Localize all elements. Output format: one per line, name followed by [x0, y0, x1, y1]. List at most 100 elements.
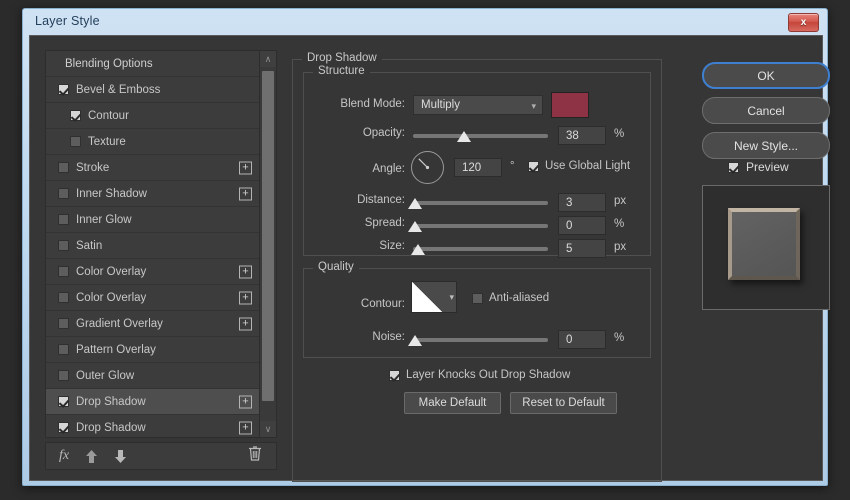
distance-slider-track[interactable] — [408, 198, 548, 209]
layer-style-window: Layer Style x Blending Options Bevel & Em… — [22, 8, 830, 486]
opacity-input[interactable]: 38 — [558, 126, 606, 145]
style-list-item[interactable]: Contour — [46, 103, 260, 129]
noise-label: Noise: — [372, 331, 405, 343]
move-down-icon[interactable] — [114, 449, 127, 464]
move-up-icon[interactable] — [85, 449, 98, 464]
reset-to-default-button[interactable]: Reset to Default — [510, 392, 617, 414]
close-icon: x — [800, 17, 807, 28]
style-enable-checkbox[interactable] — [70, 110, 81, 121]
style-list-item[interactable]: Color Overlay + — [46, 285, 260, 311]
make-default-button[interactable]: Make Default — [404, 392, 501, 414]
angle-input[interactable]: 120 — [454, 158, 502, 177]
spread-unit: % — [614, 218, 625, 230]
opacity-slider-thumb[interactable] — [457, 131, 471, 142]
opacity-unit: % — [614, 128, 625, 140]
style-list-item[interactable]: Stroke + — [46, 155, 260, 181]
add-effect-icon[interactable]: + — [239, 161, 252, 174]
spread-input[interactable]: 0 — [558, 216, 606, 235]
use-global-light-check-icon — [528, 160, 539, 172]
style-list-item[interactable]: Gradient Overlay + — [46, 311, 260, 337]
cancel-button[interactable]: Cancel — [702, 97, 830, 124]
style-enable-checkbox[interactable] — [58, 162, 69, 173]
blend-mode-select[interactable]: Multiply ▾ — [413, 95, 543, 115]
style-enable-checkbox[interactable] — [58, 422, 69, 433]
style-list-item-label: Bevel & Emboss — [76, 83, 161, 96]
opacity-slider-track[interactable] — [413, 131, 548, 142]
style-enable-checkbox[interactable] — [58, 370, 69, 381]
style-enable-checkbox[interactable] — [58, 318, 69, 329]
anti-aliased-label: Anti-aliased — [489, 292, 550, 304]
preview-checkbox[interactable]: Preview — [728, 160, 789, 174]
structure-group: Structure Blend Mode: Multiply ▾ Opacity… — [303, 65, 651, 258]
spread-slider-track[interactable] — [408, 221, 548, 232]
blend-mode-value: Multiply — [421, 99, 460, 111]
structure-group-title: Structure — [313, 65, 370, 77]
add-effect-icon[interactable]: + — [239, 421, 252, 434]
styles-toolbar: fx — [45, 442, 277, 470]
quality-group: Quality Contour: ▾ Anti-aliased Noise: 0… — [303, 261, 651, 358]
layer-knocks-out-checkbox[interactable]: Layer Knocks Out Drop Shadow — [389, 369, 570, 381]
use-global-light-label: Use Global Light — [545, 160, 631, 172]
add-effect-icon[interactable]: + — [239, 265, 252, 278]
size-slider-thumb[interactable] — [411, 244, 425, 255]
style-list-item-label: Color Overlay — [76, 265, 147, 278]
style-list-item[interactable]: Inner Glow — [46, 207, 260, 233]
scroll-down-icon[interactable]: ∨ — [260, 421, 276, 437]
scrollbar-thumb[interactable] — [262, 71, 274, 401]
noise-slider-thumb[interactable] — [408, 335, 422, 346]
angle-dial[interactable] — [411, 151, 444, 184]
styles-list-inner: Blending Options Bevel & Emboss Contour Tex… — [46, 51, 260, 437]
style-list-item[interactable]: Bevel & Emboss — [46, 77, 260, 103]
angle-label: Angle: — [372, 163, 405, 175]
dialog-body: Blending Options Bevel & Emboss Contour Tex… — [29, 35, 830, 482]
style-list-item[interactable]: Drop Shadow + — [46, 389, 260, 415]
style-list-item[interactable]: Inner Shadow + — [46, 181, 260, 207]
chevron-down-icon: ▾ — [531, 101, 536, 111]
styles-scrollbar[interactable]: ∧ ∨ — [259, 51, 276, 437]
scroll-up-icon[interactable]: ∧ — [260, 51, 276, 67]
style-list-item-label: Inner Shadow — [76, 187, 147, 200]
blend-mode-label: Blend Mode: — [340, 98, 405, 110]
style-enable-checkbox[interactable] — [58, 240, 69, 251]
ok-button[interactable]: OK — [702, 62, 830, 89]
style-enable-checkbox[interactable] — [58, 214, 69, 225]
style-list-item[interactable]: Texture — [46, 129, 260, 155]
style-enable-checkbox[interactable] — [58, 344, 69, 355]
add-effect-icon[interactable]: + — [239, 317, 252, 330]
add-effect-icon[interactable]: + — [239, 395, 252, 408]
anti-aliased-checkbox[interactable]: Anti-aliased — [472, 292, 549, 304]
style-list-item[interactable]: Outer Glow — [46, 363, 260, 389]
style-enable-checkbox[interactable] — [70, 136, 81, 147]
style-list-item[interactable]: Blending Options — [46, 51, 260, 77]
spread-slider-thumb[interactable] — [408, 221, 422, 232]
style-list-item[interactable]: Pattern Overlay — [46, 337, 260, 363]
style-enable-checkbox[interactable] — [58, 292, 69, 303]
preview-thumbnail — [702, 185, 830, 310]
style-list-item-label: Gradient Overlay — [76, 317, 163, 330]
delete-icon[interactable] — [248, 446, 262, 467]
size-input[interactable]: 5 — [558, 239, 606, 258]
style-enable-checkbox[interactable] — [58, 396, 69, 407]
noise-input[interactable]: 0 — [558, 330, 606, 349]
distance-input[interactable]: 3 — [558, 193, 606, 212]
size-slider-track[interactable] — [411, 244, 548, 255]
shadow-color-swatch[interactable] — [551, 92, 589, 118]
style-enable-checkbox[interactable] — [58, 188, 69, 199]
contour-preset-select[interactable]: ▾ — [411, 281, 457, 313]
use-global-light-checkbox[interactable]: Use Global Light — [528, 160, 630, 172]
style-list-item[interactable]: Satin — [46, 233, 260, 259]
style-enable-checkbox[interactable] — [58, 84, 69, 95]
add-effect-icon[interactable]: + — [239, 187, 252, 200]
style-list-item[interactable]: Color Overlay + — [46, 259, 260, 285]
noise-slider-track[interactable] — [408, 335, 548, 346]
window-title: Layer Style — [35, 14, 100, 28]
fx-icon[interactable]: fx — [59, 448, 69, 464]
style-enable-checkbox[interactable] — [58, 266, 69, 277]
style-list-item[interactable]: Drop Shadow + — [46, 415, 260, 437]
size-unit: px — [614, 241, 627, 253]
style-list-item-label: Outer Glow — [76, 369, 135, 382]
new-style-button[interactable]: New Style... — [702, 132, 830, 159]
distance-slider-thumb[interactable] — [408, 198, 422, 209]
add-effect-icon[interactable]: + — [239, 291, 252, 304]
close-button[interactable]: x — [788, 13, 819, 32]
